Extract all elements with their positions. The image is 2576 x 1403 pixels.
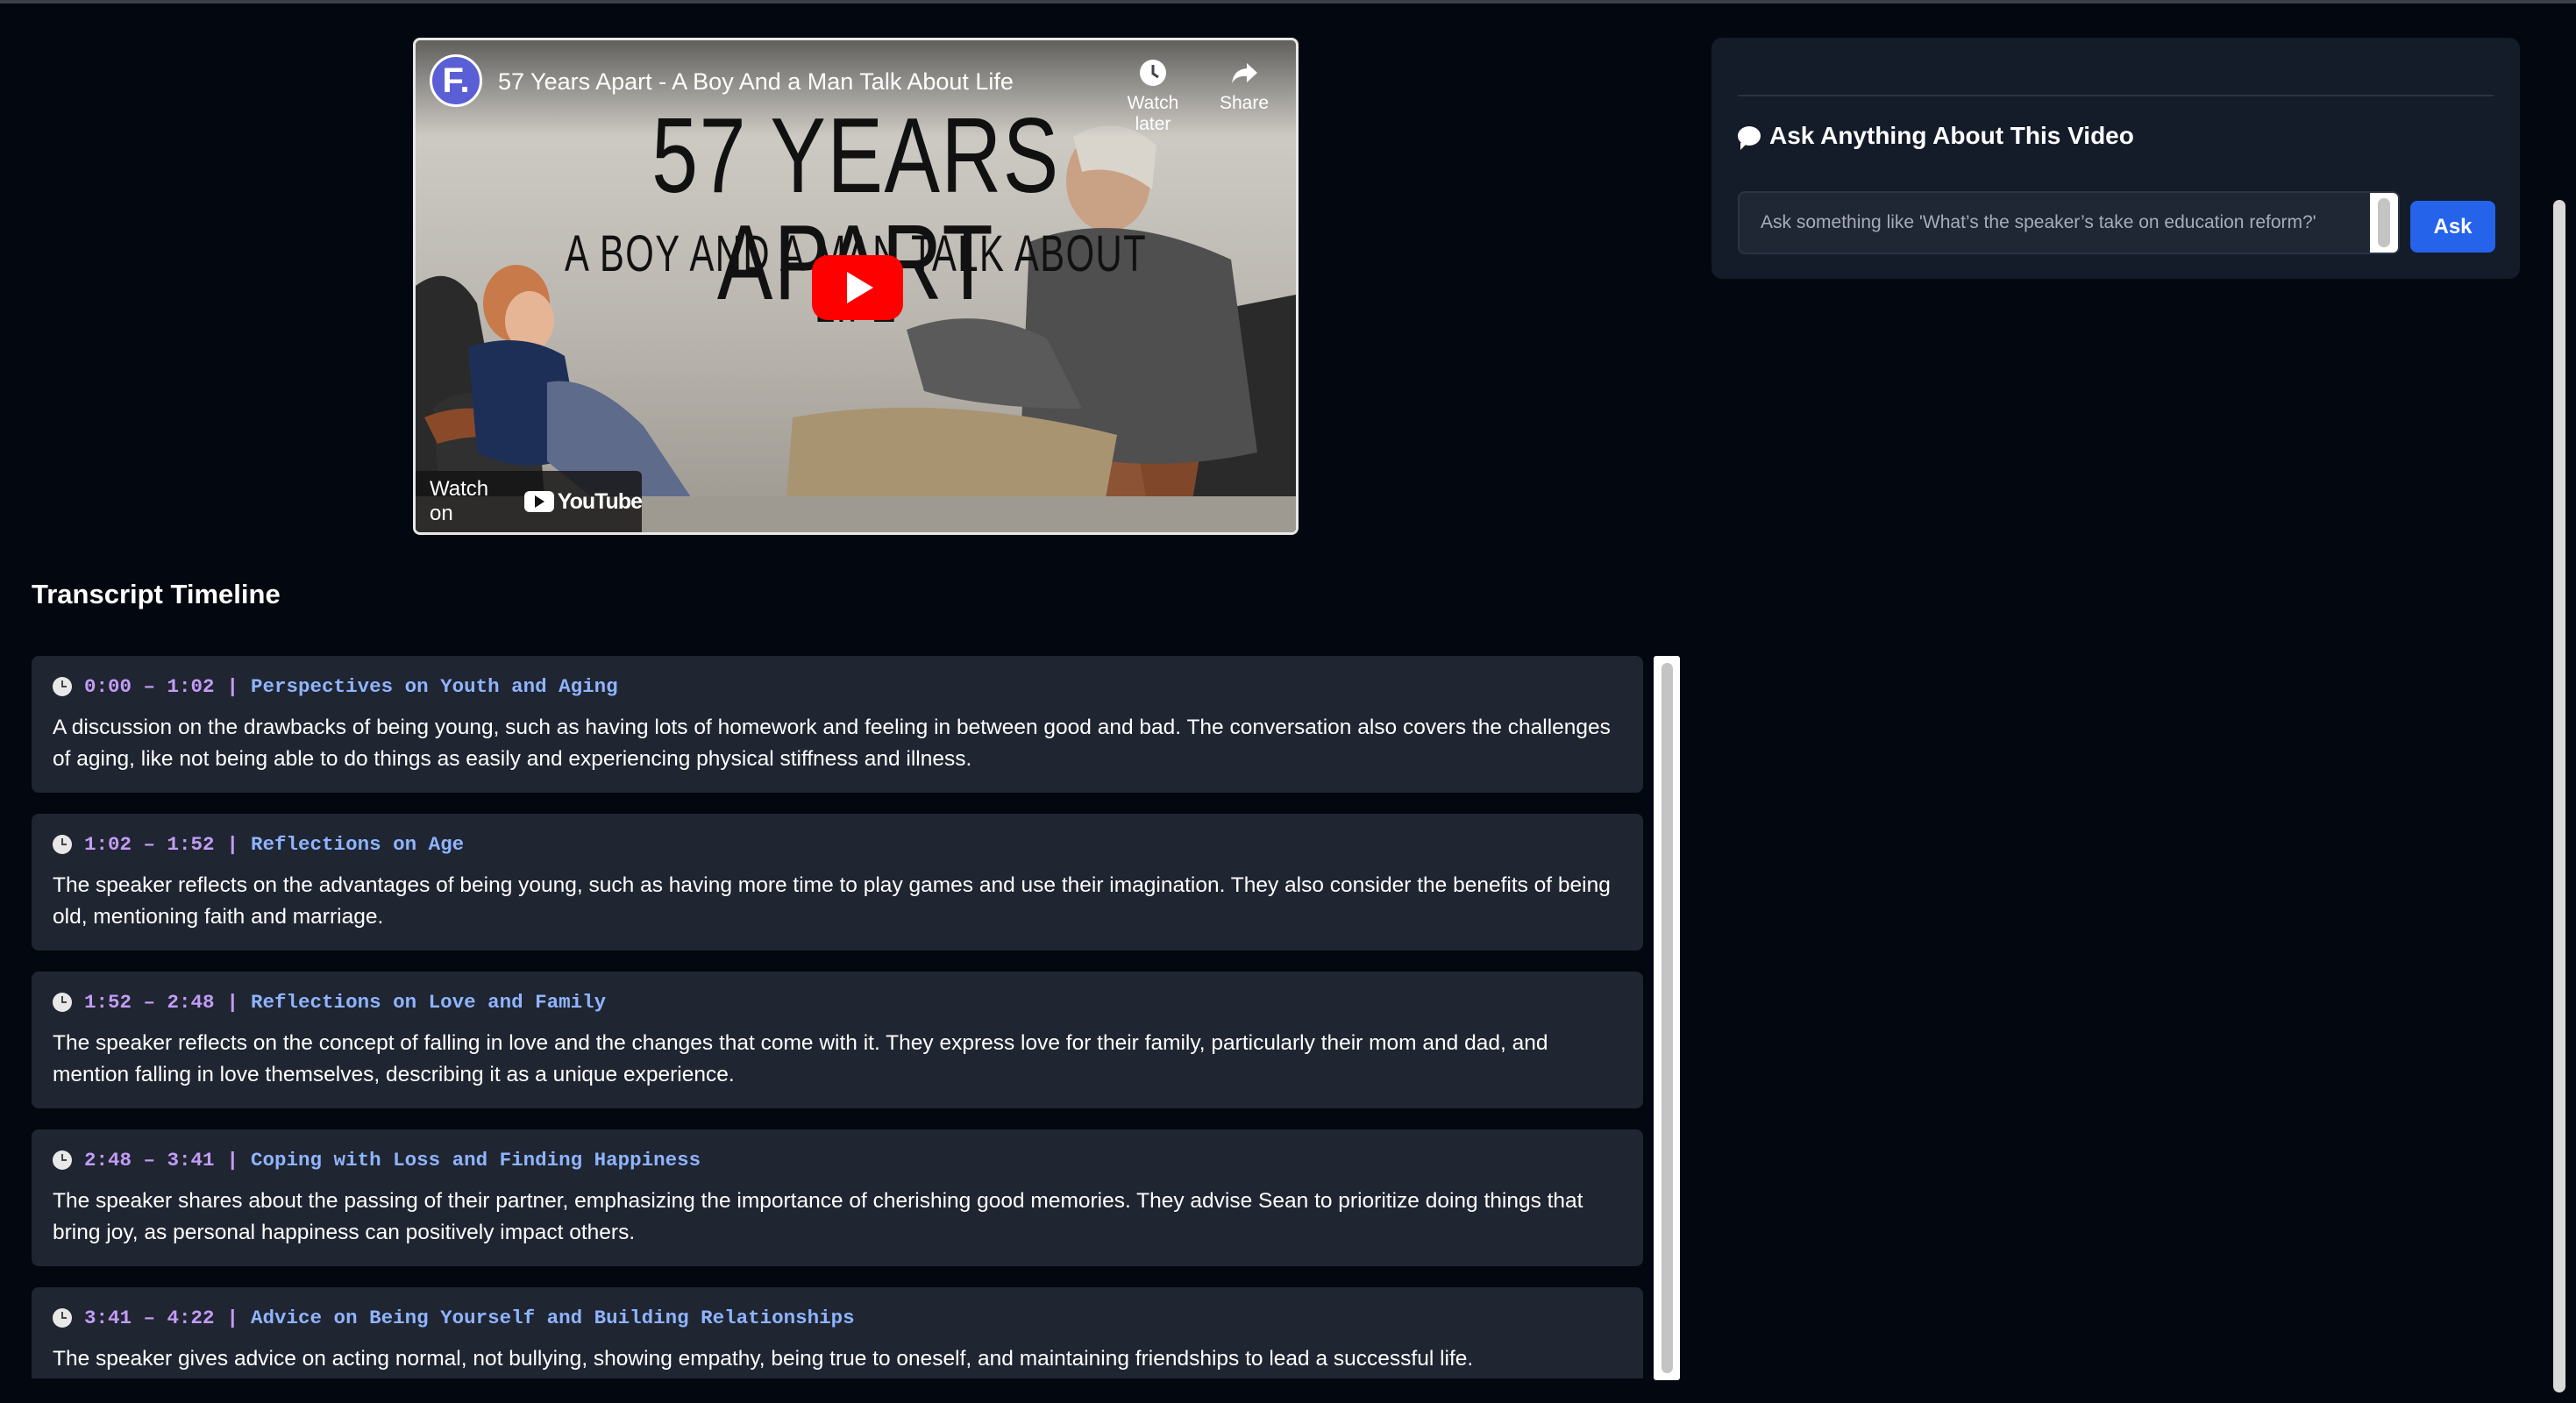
clock-icon (53, 1308, 72, 1328)
transcript-timeline[interactable]: 0:00 – 1:02 | Perspectives on Youth and … (32, 656, 1643, 1378)
segment-separator: | (226, 991, 239, 1014)
clock-icon (53, 1150, 72, 1170)
segment-summary: The speaker shares about the passing of … (53, 1189, 1583, 1244)
ask-button[interactable]: Ask (2410, 201, 2495, 253)
segment-summary: The speaker gives advice on acting norma… (53, 1347, 1474, 1371)
segment-summary: The speaker reflects on the concept of f… (53, 1031, 1548, 1086)
segment-topic: Advice on Being Yourself and Building Re… (251, 1307, 855, 1329)
speech-bubble-icon (1738, 126, 1761, 150)
segment-time: 3:41 – 4:22 (84, 1307, 215, 1329)
segment-topic: Coping with Loss and Finding Happiness (251, 1149, 701, 1172)
youtube-play-icon (523, 491, 554, 512)
ask-panel: Ask Anything About This Video Ask (1711, 38, 2520, 279)
transcript-scrollbar[interactable] (1654, 656, 1680, 1380)
watch-later-button[interactable]: Watch later (1114, 58, 1192, 135)
clock-icon (53, 835, 72, 854)
segment-topic: Reflections on Age (251, 833, 465, 856)
segment-separator: | (226, 675, 239, 698)
segment-separator: | (226, 1149, 239, 1172)
question-input[interactable] (1740, 193, 2369, 253)
video-title[interactable]: 57 Years Apart - A Boy And a Man Talk Ab… (498, 68, 1014, 96)
window-top-border (0, 0, 2576, 4)
channel-avatar[interactable]: F. (430, 54, 482, 107)
page-scrollbar-thumb[interactable] (2553, 200, 2565, 1392)
watch-on-label: Watch on (430, 477, 489, 525)
play-button[interactable] (812, 255, 903, 320)
video-player[interactable]: 57 YEARS APART A BOY AND A MAN TALK ABOU… (413, 38, 1299, 535)
ask-title-text: Ask Anything About This Video (1769, 122, 2134, 149)
watch-later-label: Watch later (1127, 93, 1179, 134)
youtube-wordmark: YouTube (557, 488, 643, 514)
clock-icon (1140, 60, 1166, 86)
segment-time: 1:52 – 2:48 (84, 991, 215, 1014)
share-label: Share (1219, 93, 1270, 113)
input-scrollbar[interactable] (2370, 193, 2398, 253)
segment-separator: | (226, 1307, 239, 1329)
segment-topic: Reflections on Love and Family (251, 991, 607, 1014)
segment-time: 1:02 – 1:52 (84, 833, 215, 856)
segment-time: 0:00 – 1:02 (84, 675, 215, 698)
ask-input-wrapper (1738, 191, 2400, 254)
transcript-segment[interactable]: 1:52 – 2:48 | Reflections on Love and Fa… (32, 972, 1643, 1108)
segment-summary: A discussion on the drawbacks of being y… (53, 716, 1611, 771)
play-icon (847, 272, 873, 303)
transcript-heading: Transcript Timeline (32, 579, 281, 609)
transcript-segment[interactable]: 3:41 – 4:22 | Advice on Being Yourself a… (32, 1287, 1643, 1378)
ask-title: Ask Anything About This Video (1738, 122, 2134, 150)
ask-divider (1738, 95, 2494, 96)
transcript-segment[interactable]: 0:00 – 1:02 | Perspectives on Youth and … (32, 656, 1643, 793)
segment-summary: The speaker reflects on the advantages o… (53, 873, 1611, 929)
youtube-logo: YouTube (523, 488, 643, 515)
segment-time: 2:48 – 3:41 (84, 1149, 215, 1172)
transcript-segment[interactable]: 2:48 – 3:41 | Coping with Loss and Findi… (32, 1129, 1643, 1266)
clock-icon (53, 677, 72, 696)
segment-separator: | (226, 833, 239, 856)
share-button[interactable]: Share (1205, 58, 1284, 114)
transcript-scrollbar-thumb[interactable] (1662, 663, 1673, 1373)
segment-topic: Perspectives on Youth and Aging (251, 675, 618, 698)
input-scrollbar-thumb[interactable] (2378, 198, 2390, 247)
transcript-segment[interactable]: 1:02 – 1:52 | Reflections on Age The spe… (32, 814, 1643, 951)
share-icon (1232, 63, 1257, 83)
clock-icon (53, 993, 72, 1012)
watch-on-youtube-link[interactable]: Watch on YouTube (416, 471, 643, 532)
